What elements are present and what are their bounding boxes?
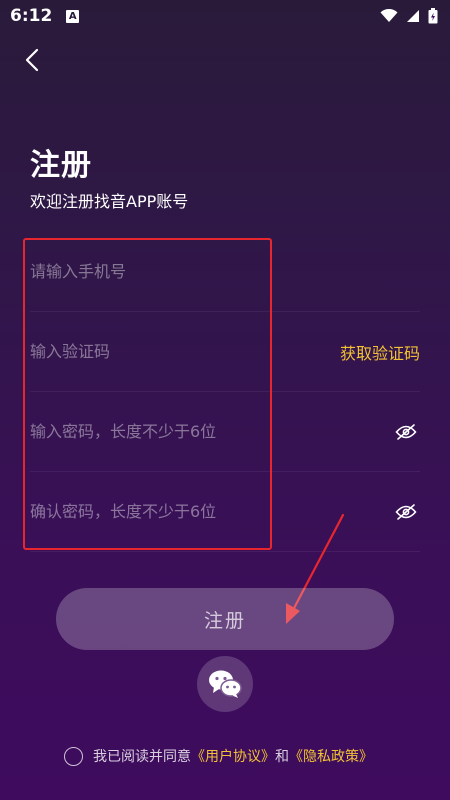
phone-input[interactable] bbox=[30, 232, 420, 311]
register-form: 获取验证码 bbox=[30, 232, 420, 552]
register-button[interactable]: 注册 bbox=[56, 588, 394, 650]
page-title: 注册 bbox=[30, 148, 92, 183]
code-field-row: 获取验证码 bbox=[30, 312, 420, 392]
wifi-icon bbox=[380, 9, 398, 22]
chevron-left-icon bbox=[25, 48, 39, 72]
password-field-row bbox=[30, 392, 420, 472]
wechat-icon bbox=[209, 670, 242, 698]
phone-field-row bbox=[30, 232, 420, 312]
get-code-button[interactable]: 获取验证码 bbox=[340, 340, 420, 364]
verification-code-input[interactable] bbox=[30, 312, 340, 391]
confirm-password-input[interactable] bbox=[30, 472, 392, 551]
eye-off-icon bbox=[395, 423, 417, 440]
status-icons bbox=[380, 8, 438, 24]
user-agreement-link[interactable]: 《用户协议》 bbox=[191, 746, 275, 766]
notification-icon: A bbox=[66, 9, 80, 23]
agreement-row: 我已阅读并同意 《用户协议》 和 《隐私政策》 bbox=[64, 745, 394, 767]
back-button[interactable] bbox=[18, 46, 46, 74]
confirm-password-visibility-toggle[interactable] bbox=[392, 498, 420, 526]
agreement-checkbox[interactable] bbox=[64, 746, 83, 766]
wechat-login-button[interactable] bbox=[197, 656, 253, 712]
password-input[interactable] bbox=[30, 392, 392, 471]
agreement-prefix: 我已阅读并同意 bbox=[93, 749, 191, 765]
status-time: 6:12 bbox=[10, 6, 53, 26]
status-bar: 6:12 A bbox=[0, 0, 450, 32]
page-subtitle: 欢迎注册找音APP账号 bbox=[30, 192, 189, 211]
agreement-conjunction: 和 bbox=[275, 749, 289, 765]
password-visibility-toggle[interactable] bbox=[392, 418, 420, 446]
confirm-password-field-row bbox=[30, 472, 420, 552]
battery-icon bbox=[428, 8, 438, 24]
signal-icon bbox=[407, 10, 419, 22]
eye-off-icon bbox=[395, 503, 417, 520]
privacy-policy-link[interactable]: 《隐私政策》 bbox=[289, 746, 373, 766]
